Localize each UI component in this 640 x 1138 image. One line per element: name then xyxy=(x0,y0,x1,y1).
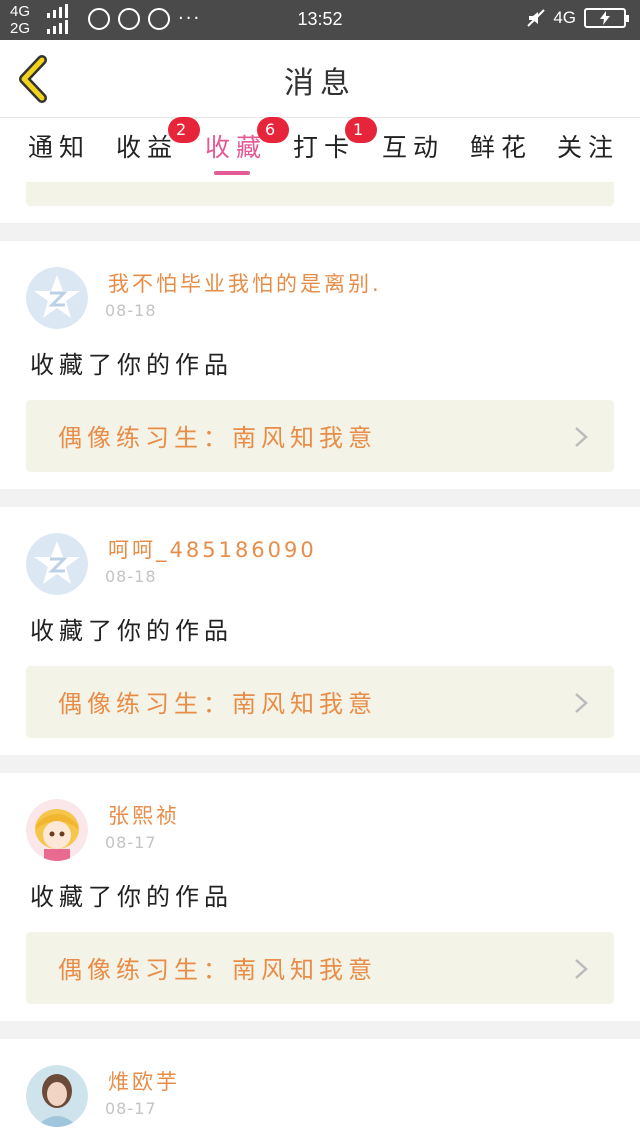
tab-income[interactable]: 收益 2 xyxy=(116,117,201,164)
badge-favorites: 6 xyxy=(257,117,290,143)
chevron-right-icon xyxy=(575,427,588,447)
active-tab-indicator xyxy=(214,171,250,175)
tab-label: 收藏 xyxy=(205,133,268,162)
work-title: 偶像练习生：南风知我意 xyxy=(58,424,377,452)
message-date: 08-18 xyxy=(105,301,157,320)
message-date: 08-17 xyxy=(105,833,157,852)
tab-flowers[interactable]: 鲜花 xyxy=(470,128,532,164)
default-avatar-icon[interactable] xyxy=(26,533,88,595)
user-name[interactable]: 张熙祯 xyxy=(108,800,180,830)
photo-avatar[interactable] xyxy=(26,1065,88,1127)
page-title: 消息 xyxy=(284,66,356,101)
tab-label: 通知 xyxy=(28,133,91,162)
user-name[interactable]: 呵呵_485186090 xyxy=(108,534,317,564)
work-link[interactable]: 偶像练习生：南风知我意 xyxy=(26,932,614,1004)
tab-follow[interactable]: 关注 xyxy=(557,128,619,164)
tab-bar: 通知 收益 2 收藏 6 打卡 1 互动 鲜花 关注 xyxy=(0,117,640,178)
work-link[interactable]: 偶像练习生：南风知我意 xyxy=(26,400,614,472)
default-avatar-icon[interactable] xyxy=(26,267,88,329)
badge-income: 2 xyxy=(168,117,201,143)
tab-label: 收益 xyxy=(116,133,179,162)
tab-interaction[interactable]: 互动 xyxy=(382,128,444,164)
tab-label: 打卡 xyxy=(293,133,356,162)
header: 消息 xyxy=(0,40,640,118)
cartoon-girl-avatar[interactable] xyxy=(26,799,88,861)
message-action: 收藏了你的作品 xyxy=(30,617,233,645)
message-action: 收藏了你的作品 xyxy=(30,883,233,911)
tab-notify[interactable]: 通知 xyxy=(28,128,90,164)
message-card: 焳欧芋 08-17 xyxy=(0,1039,640,1138)
message-action: 收藏了你的作品 xyxy=(30,351,233,379)
user-name[interactable]: 我不怕毕业我怕的是离别. xyxy=(108,268,382,298)
battery-charging-icon xyxy=(584,8,629,28)
tab-favorites[interactable]: 收藏 6 xyxy=(205,117,290,164)
work-title: 偶像练习生：南风知我意 xyxy=(58,956,377,984)
message-card: 呵呵_485186090 08-18 收藏了你的作品 偶像练习生：南风知我意 xyxy=(0,507,640,755)
message-card: 张熙祯 08-17 收藏了你的作品 偶像练习生：南风知我意 xyxy=(0,773,640,1021)
message-date: 08-18 xyxy=(105,567,157,586)
tab-label: 互动 xyxy=(382,133,445,162)
work-link[interactable]: 偶像练习生：南风知我意 xyxy=(26,666,614,738)
mute-icon xyxy=(527,9,546,27)
message-card-partial xyxy=(0,178,640,223)
tab-label: 关注 xyxy=(557,133,620,162)
chevron-right-icon xyxy=(575,959,588,979)
chevron-right-icon xyxy=(575,693,588,713)
message-date: 08-17 xyxy=(105,1099,157,1118)
tab-label: 鲜花 xyxy=(470,133,533,162)
work-link-partial[interactable] xyxy=(26,182,614,206)
work-title: 偶像练习生：南风知我意 xyxy=(58,690,377,718)
network-right-label: 4G xyxy=(553,8,576,27)
status-bar: 4G 2G ··· 13:52 4G xyxy=(0,0,640,40)
message-card: 我不怕毕业我怕的是离别. 08-18 收藏了你的作品 偶像练习生：南风知我意 xyxy=(0,241,640,489)
user-name[interactable]: 焳欧芋 xyxy=(108,1066,180,1096)
badge-checkin: 1 xyxy=(345,117,378,143)
tab-checkin[interactable]: 打卡 1 xyxy=(293,117,378,164)
